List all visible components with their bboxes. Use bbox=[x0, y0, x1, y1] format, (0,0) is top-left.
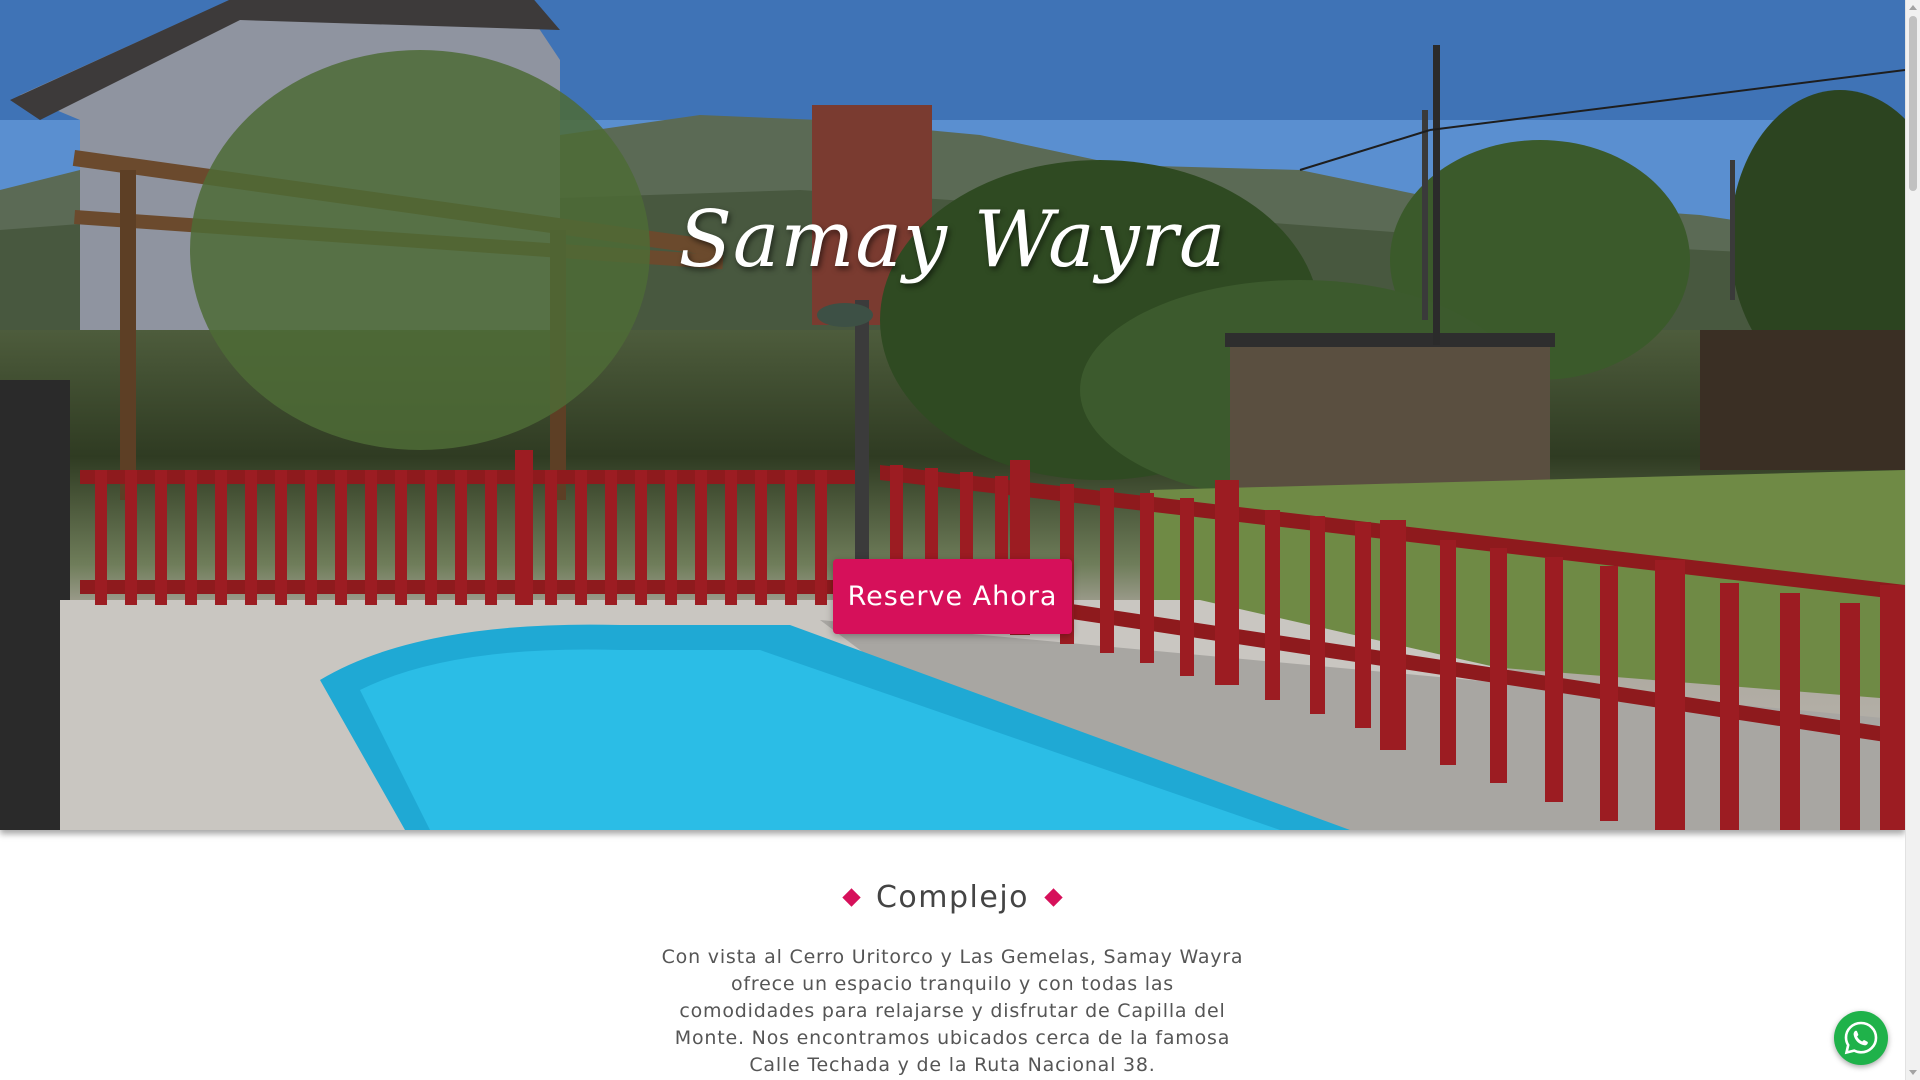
diamond-icon bbox=[1044, 888, 1063, 907]
scroll-thumb[interactable] bbox=[1909, 16, 1917, 191]
hero-background-image bbox=[0, 0, 1905, 830]
scroll-down-arrow-icon[interactable] bbox=[1909, 1070, 1917, 1075]
reserve-now-button[interactable]: Reserve Ahora bbox=[833, 559, 1072, 634]
whatsapp-button[interactable] bbox=[1834, 1011, 1888, 1065]
whatsapp-icon bbox=[1844, 1021, 1878, 1055]
hero-title: Samay Wayra bbox=[678, 195, 1227, 285]
section-title: Complejo bbox=[875, 880, 1030, 915]
page-scrollbar[interactable] bbox=[1905, 0, 1920, 1080]
diamond-icon bbox=[842, 888, 861, 907]
scroll-up-arrow-icon[interactable] bbox=[1909, 5, 1917, 10]
complejo-description: Con vista al Cerro Uritorco y Las Gemela… bbox=[661, 946, 1244, 1076]
complejo-heading: Complejo bbox=[0, 880, 1905, 915]
hero-banner: Samay Wayra Reserve Ahora bbox=[0, 0, 1905, 830]
